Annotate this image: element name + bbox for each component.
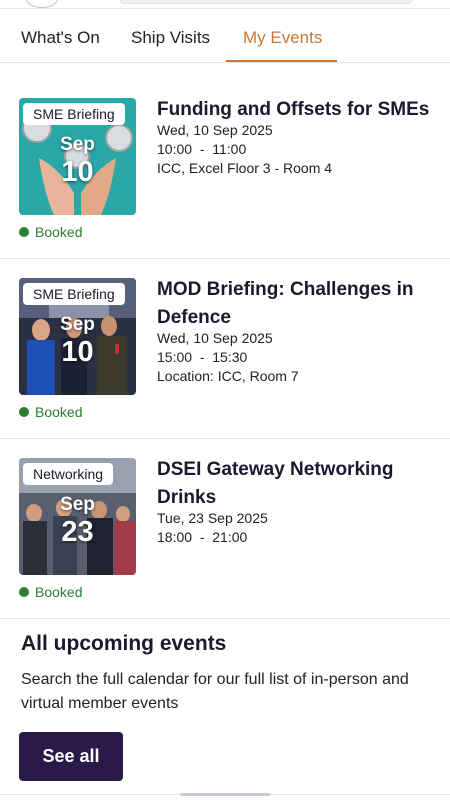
event-card[interactable]: SME Briefing Sep 10 MOD Briefing: Challe… [0, 260, 450, 439]
event-card[interactable]: Networking Sep 23 DSEI Gateway Networkin… [0, 440, 450, 619]
upcoming-events-description: Search the full calendar for our full li… [21, 671, 409, 712]
search-bar[interactable] [120, 0, 412, 4]
tab-whats-on[interactable]: What's On [21, 14, 100, 62]
status-dot-icon [19, 407, 29, 417]
tab-bar: What's On Ship Visits My Events [0, 14, 450, 63]
event-title[interactable]: MOD Briefing: Challenges in Defence [157, 276, 437, 332]
event-type-badge: SME Briefing [23, 103, 125, 125]
tab-my-events[interactable]: My Events [243, 14, 322, 62]
event-image: Networking Sep 23 [19, 458, 136, 575]
event-image: SME Briefing Sep 10 [19, 98, 136, 215]
event-date: Wed, 10 Sep 2025 [157, 122, 273, 138]
see-all-button[interactable]: See all [19, 732, 123, 781]
booking-status: Booked [19, 584, 82, 600]
event-image: SME Briefing Sep 10 [19, 278, 136, 395]
event-day: 23 [61, 516, 94, 548]
event-month: Sep [60, 494, 95, 515]
event-type-badge: Networking [23, 463, 114, 485]
event-location: ICC, Excel Floor 3 - Room 4 [157, 160, 333, 176]
event-type-badge: SME Briefing [23, 283, 125, 305]
event-time: 10:00 - 11:00 [157, 141, 247, 157]
event-title[interactable]: Funding and Offsets for SMEs [157, 96, 437, 124]
event-date: Wed, 10 Sep 2025 [157, 330, 273, 346]
booking-status: Booked [19, 224, 82, 240]
top-header [0, 0, 450, 9]
status-dot-icon [19, 227, 29, 237]
event-title[interactable]: DSEI Gateway Networking Drinks [157, 456, 437, 512]
status-label: Booked [35, 404, 83, 420]
event-card[interactable]: SME Briefing Sep 10 Funding and Offsets … [0, 80, 450, 259]
active-tab-indicator [226, 60, 337, 62]
event-day: 10 [61, 156, 94, 188]
upcoming-events-heading: All upcoming events [21, 632, 227, 655]
booking-status: Booked [19, 404, 82, 420]
home-indicator [180, 793, 270, 796]
status-label: Booked [35, 224, 83, 240]
event-month: Sep [60, 314, 95, 335]
event-day: 10 [61, 336, 94, 368]
event-time: 18:00 - 21:00 [157, 529, 248, 545]
tab-ship-visits[interactable]: Ship Visits [131, 14, 210, 62]
event-time: 15:00 - 15:30 [157, 349, 248, 365]
event-date: Tue, 23 Sep 2025 [157, 510, 268, 526]
status-dot-icon [19, 587, 29, 597]
logo[interactable] [26, 0, 58, 8]
status-label: Booked [35, 584, 83, 600]
event-location: Location: ICC, Room 7 [157, 368, 299, 384]
event-month: Sep [60, 134, 95, 155]
